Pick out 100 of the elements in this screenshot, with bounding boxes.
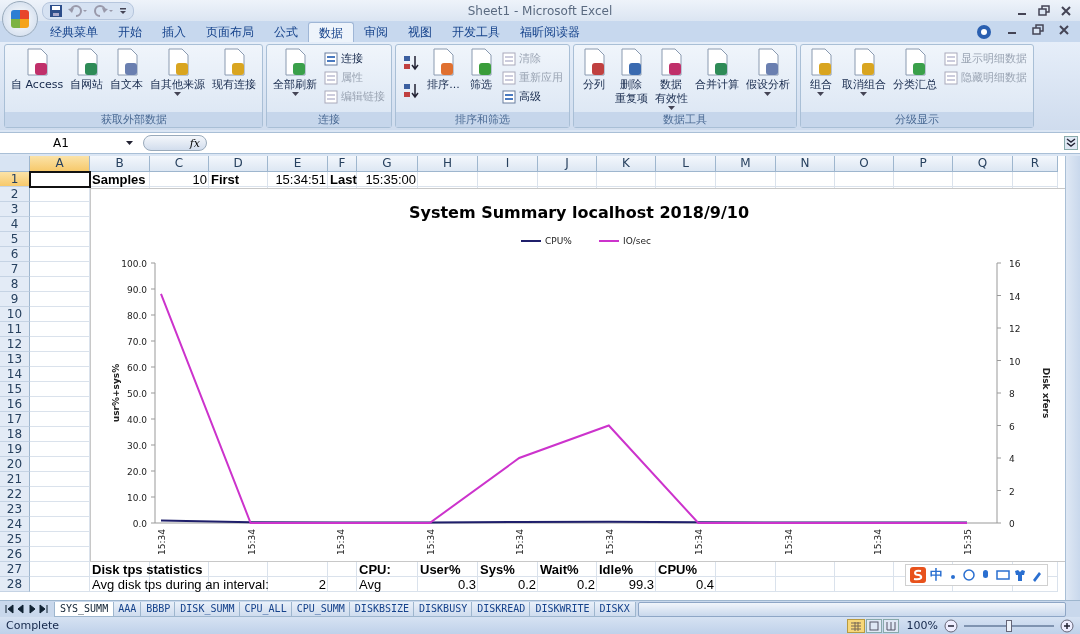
column-header[interactable]: C bbox=[150, 156, 209, 172]
row-header[interactable]: 6 bbox=[0, 247, 30, 262]
ribbon-button[interactable]: 分类汇总 bbox=[889, 47, 940, 91]
column-header[interactable]: K bbox=[597, 156, 656, 172]
ribbon-tab[interactable]: 审阅 bbox=[354, 22, 398, 42]
row-header[interactable]: 8 bbox=[0, 277, 30, 292]
ribbon-tab[interactable]: 开始 bbox=[108, 22, 152, 42]
row-header[interactable]: 10 bbox=[0, 307, 30, 322]
view-buttons-icon[interactable] bbox=[846, 618, 901, 633]
input-mode[interactable]: 中 bbox=[930, 566, 943, 584]
row-header[interactable]: 21 bbox=[0, 472, 30, 487]
zoom-level[interactable]: 100% bbox=[906, 619, 938, 632]
row-header[interactable]: 4 bbox=[0, 217, 30, 232]
sheet-tab[interactable]: CPU_ALL bbox=[238, 601, 293, 617]
ribbon-button[interactable]: 取消组合 bbox=[838, 47, 889, 96]
row-header[interactable]: 13 bbox=[0, 352, 30, 367]
row-header[interactable]: 15 bbox=[0, 382, 30, 397]
office-button[interactable] bbox=[2, 1, 38, 37]
column-header[interactable]: Q bbox=[953, 156, 1013, 172]
sheet-tab[interactable]: DISKWRITE bbox=[529, 601, 596, 617]
ime-toolbar[interactable]: 中 bbox=[905, 564, 1048, 586]
row-header[interactable]: 26 bbox=[0, 547, 30, 562]
ribbon-button[interactable]: 全部刷新 bbox=[270, 47, 321, 96]
column-header[interactable]: F bbox=[328, 156, 357, 172]
row-header[interactable]: 23 bbox=[0, 502, 30, 517]
customize-icon[interactable] bbox=[119, 5, 127, 16]
row-header[interactable]: 7 bbox=[0, 262, 30, 277]
row-header[interactable]: 9 bbox=[0, 292, 30, 307]
restore-icon[interactable] bbox=[1032, 23, 1044, 36]
ribbon-button[interactable]: 筛选 bbox=[463, 47, 498, 91]
ribbon-tab[interactable]: 页面布局 bbox=[196, 22, 264, 42]
column-header[interactable]: I bbox=[478, 156, 538, 172]
ribbon-button[interactable]: 数据 有效性 bbox=[651, 47, 691, 110]
ribbon-button[interactable]: 自文本 bbox=[107, 47, 147, 91]
active-cell[interactable] bbox=[29, 171, 91, 188]
ribbon-tab[interactable]: 公式 bbox=[264, 22, 308, 42]
sheet-tab[interactable]: DISKREAD bbox=[471, 601, 532, 617]
column-header[interactable]: O bbox=[835, 156, 894, 172]
restore-icon[interactable] bbox=[1038, 4, 1050, 17]
ribbon-button[interactable]: 假设分析 bbox=[742, 47, 793, 96]
sheet-tab[interactable]: SYS_SUMM bbox=[54, 601, 115, 617]
close-icon[interactable] bbox=[1060, 4, 1072, 17]
ribbon-tab[interactable]: 插入 bbox=[152, 22, 196, 42]
help-icon[interactable] bbox=[976, 23, 992, 40]
sheet-tab[interactable]: DISKX bbox=[593, 601, 636, 617]
row-header[interactable]: 24 bbox=[0, 517, 30, 532]
ribbon-button[interactable]: 现有连接 bbox=[209, 47, 260, 91]
ribbon-tab[interactable]: 福昕阅读器 bbox=[510, 22, 590, 42]
column-header[interactable]: H bbox=[418, 156, 478, 172]
sheet-tab[interactable]: DISKBUSY bbox=[413, 601, 474, 617]
row-header[interactable]: 28 bbox=[0, 577, 30, 592]
sheet-tab[interactable]: CPU_SUMM bbox=[290, 601, 351, 617]
ribbon-tab[interactable]: 视图 bbox=[398, 22, 442, 42]
ribbon-button[interactable]: 自其他来源 bbox=[147, 47, 209, 96]
caret-icon[interactable] bbox=[126, 141, 133, 145]
ribbon-button[interactable]: 分列 bbox=[576, 47, 611, 91]
close-icon[interactable] bbox=[1058, 23, 1070, 36]
name-box[interactable]: A1 bbox=[0, 134, 122, 152]
ribbon-tab[interactable]: 数据 bbox=[308, 22, 354, 42]
sheet-tab[interactable]: BBBP bbox=[140, 601, 177, 617]
column-header[interactable]: E bbox=[268, 156, 328, 172]
zoom-out-icon[interactable] bbox=[944, 618, 958, 633]
zoom-in-icon[interactable] bbox=[1060, 618, 1074, 633]
save-icon[interactable] bbox=[49, 3, 63, 18]
ribbon-button[interactable]: 组合 bbox=[803, 47, 838, 96]
vertical-scrollbar[interactable] bbox=[1065, 156, 1080, 600]
expand-icon[interactable] bbox=[1064, 136, 1078, 150]
row-header[interactable]: 3 bbox=[0, 202, 30, 217]
row-header[interactable]: 22 bbox=[0, 487, 30, 502]
ribbon-tab[interactable]: 经典菜单 bbox=[40, 22, 108, 42]
column-header[interactable]: J bbox=[538, 156, 597, 172]
column-header[interactable]: R bbox=[1013, 156, 1058, 172]
row-header[interactable]: 11 bbox=[0, 322, 30, 337]
row-header[interactable]: 20 bbox=[0, 457, 30, 472]
ribbon-tab[interactable]: 开发工具 bbox=[442, 22, 510, 42]
column-header[interactable]: P bbox=[894, 156, 953, 172]
row-header[interactable]: 18 bbox=[0, 427, 30, 442]
column-header[interactable]: N bbox=[776, 156, 835, 172]
sheet-tab[interactable]: DISKBSIZE bbox=[348, 601, 416, 617]
row-header[interactable]: 27 bbox=[0, 562, 30, 577]
column-header[interactable]: G bbox=[357, 156, 418, 172]
row-header[interactable]: 12 bbox=[0, 337, 30, 352]
sheet-tab[interactable]: DISK_SUMM bbox=[174, 601, 241, 617]
column-header[interactable]: B bbox=[90, 156, 150, 172]
ribbon-button[interactable]: 连接 bbox=[321, 49, 389, 68]
row-header[interactable]: 25 bbox=[0, 532, 30, 547]
row-header[interactable]: 2 bbox=[0, 187, 30, 202]
row-header[interactable]: 5 bbox=[0, 232, 30, 247]
row-header[interactable]: 16 bbox=[0, 397, 30, 412]
sheet-navigation-icon[interactable] bbox=[4, 604, 50, 614]
ribbon-button[interactable]: 排序... bbox=[424, 47, 463, 91]
ribbon-button[interactable]: 删除 重复项 bbox=[611, 47, 651, 105]
column-header[interactable]: L bbox=[656, 156, 716, 172]
ribbon-button[interactable]: 合并计算 bbox=[691, 47, 742, 91]
ribbon-button[interactable]: 自 Access bbox=[8, 47, 67, 91]
row-header[interactable]: 17 bbox=[0, 412, 30, 427]
insert-function-button[interactable]: fx bbox=[143, 135, 207, 151]
ribbon-button[interactable]: 高级 bbox=[498, 87, 566, 106]
row-header[interactable]: 19 bbox=[0, 442, 30, 457]
row-header[interactable]: 14 bbox=[0, 367, 30, 382]
